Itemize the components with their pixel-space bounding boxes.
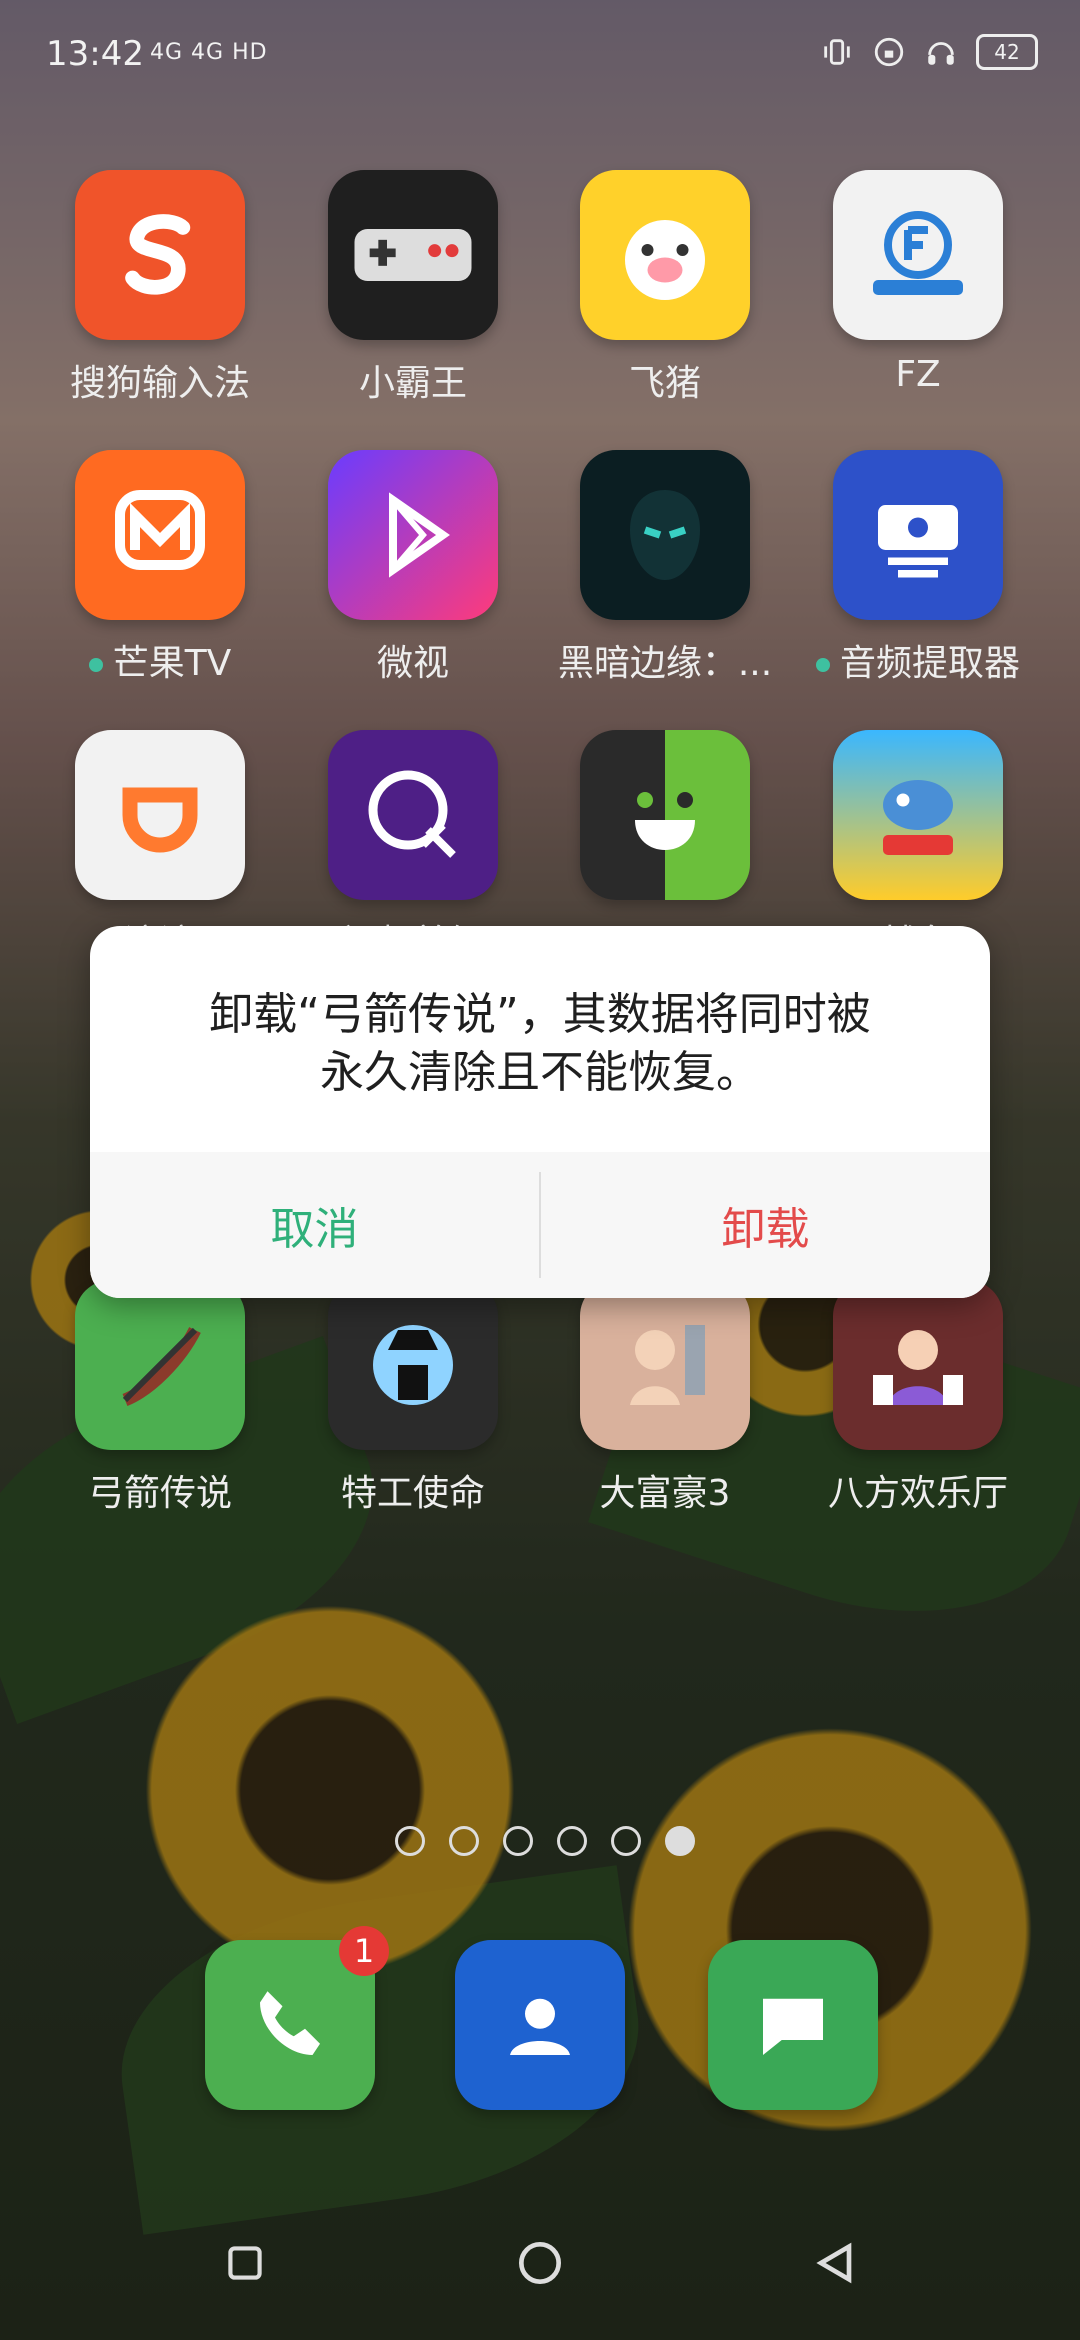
app-xiaobawang[interactable]: 小霸王 (288, 170, 538, 406)
didi-icon[interactable] (75, 730, 245, 900)
page-dot[interactable] (449, 1826, 479, 1856)
contacts-icon (510, 1998, 570, 2055)
battery-level: 42 (994, 40, 1020, 64)
dock: 1 (0, 1926, 1080, 2120)
dialog-message-line-1: 卸载“弓箭传说”，其数据将同时被 (209, 989, 871, 1040)
contacts-app[interactable] (455, 1940, 625, 2110)
status-bar: 13:42 4G 4G HD 42 (0, 0, 1080, 110)
app-audio-extractor[interactable]: 音频提取器 (793, 450, 1043, 686)
fz-icon[interactable] (833, 170, 1003, 340)
app-label: 小霸王 (358, 363, 467, 404)
headphones-icon (928, 42, 954, 65)
page-dot[interactable] (503, 1826, 533, 1856)
uninstall-dialog: 卸载“弓箭传说”，其数据将同时被 永久清除且不能恢复。 取消 卸载 (90, 926, 990, 1298)
app-fz[interactable]: FZ (793, 170, 1043, 395)
recents-button[interactable] (210, 2228, 280, 2298)
app-dark-edge[interactable]: 黑暗边缘：... (540, 450, 790, 686)
bow-icon[interactable] (75, 1280, 245, 1450)
notification-badge: 1 (339, 1926, 389, 1976)
agent-icon[interactable] (328, 1280, 498, 1450)
status-time: 13:42 (46, 34, 144, 74)
app-feizhu[interactable]: 飞猪 (540, 170, 790, 406)
app-agent-mission[interactable]: 特工使命 (288, 1280, 538, 1516)
app-label: 黑暗边缘：... (557, 643, 773, 684)
home-button[interactable] (505, 2228, 575, 2298)
app-weishi[interactable]: 微视 (288, 450, 538, 686)
app-label: 音频提取器 (793, 634, 1043, 686)
app-archero[interactable]: 弓箭传说 (35, 1280, 285, 1516)
rich-icon[interactable] (580, 1280, 750, 1450)
phone-icon (260, 1991, 320, 2055)
cards-icon[interactable] (833, 1280, 1003, 1450)
app-sogou[interactable]: 搜狗输入法 (35, 170, 285, 406)
dark-face-icon[interactable] (580, 450, 750, 620)
messages-icon (763, 1998, 823, 2055)
back-button[interactable] (800, 2228, 870, 2298)
app-label: 搜狗输入法 (69, 363, 250, 404)
vibrate-icon (824, 39, 850, 65)
page-dot[interactable] (611, 1826, 641, 1856)
square-icon (228, 2246, 262, 2280)
scissors-icon[interactable] (328, 730, 498, 900)
page-dot[interactable] (395, 1826, 425, 1856)
app-label: 特工使命 (340, 1473, 485, 1514)
mask-icon[interactable] (580, 730, 750, 900)
messages-app[interactable] (708, 1940, 878, 2110)
new-dot (88, 658, 103, 672)
navigation-bar (0, 2200, 1080, 2340)
phone-app[interactable]: 1 (205, 1926, 389, 2110)
battery-icon: 42 (976, 34, 1038, 70)
dialog-message-line-2: 永久清除且不能恢复。 (320, 1047, 760, 1098)
gamepad-icon[interactable] (328, 170, 498, 340)
play-icon[interactable] (328, 450, 498, 620)
app-mangotv[interactable]: 芒果TV (35, 450, 285, 686)
app-label: FZ (895, 354, 941, 395)
app-bafang[interactable]: 八方欢乐厅 (793, 1280, 1043, 1516)
app-label: 八方欢乐厅 (827, 1473, 1008, 1514)
lock-rotation-icon (874, 37, 904, 67)
sogou-icon[interactable] (75, 170, 245, 340)
ticket-icon[interactable] (833, 450, 1003, 620)
app-label: 微视 (376, 643, 449, 684)
page-dot-active[interactable] (665, 1826, 695, 1856)
status-icons: 42 (820, 34, 1038, 70)
app-label-text: 音频提取器 (839, 643, 1020, 684)
dialog-message: 卸载“弓箭传说”，其数据将同时被 永久清除且不能恢复。 (130, 986, 950, 1102)
app-rich3[interactable]: 大富豪3 (540, 1280, 790, 1516)
page-indicator (395, 1826, 695, 1856)
mango-icon[interactable] (75, 450, 245, 620)
cancel-button[interactable]: 取消 (90, 1152, 539, 1298)
page-dot[interactable] (557, 1826, 587, 1856)
new-dot (815, 658, 830, 672)
dialog-actions: 取消 卸载 (90, 1152, 990, 1298)
app-label: 大富豪3 (599, 1473, 731, 1514)
app-label: 弓箭传说 (87, 1473, 232, 1514)
fish-icon[interactable] (833, 730, 1003, 900)
app-label-text: 芒果TV (112, 643, 232, 684)
pig-icon[interactable] (580, 170, 750, 340)
uninstall-button[interactable]: 卸载 (541, 1152, 990, 1298)
app-label: 芒果TV (35, 634, 285, 686)
app-label: 飞猪 (628, 363, 701, 404)
network-indicator: 4G 4G HD (150, 40, 268, 65)
back-icon (816, 2242, 852, 2284)
circle-icon (519, 2242, 561, 2284)
